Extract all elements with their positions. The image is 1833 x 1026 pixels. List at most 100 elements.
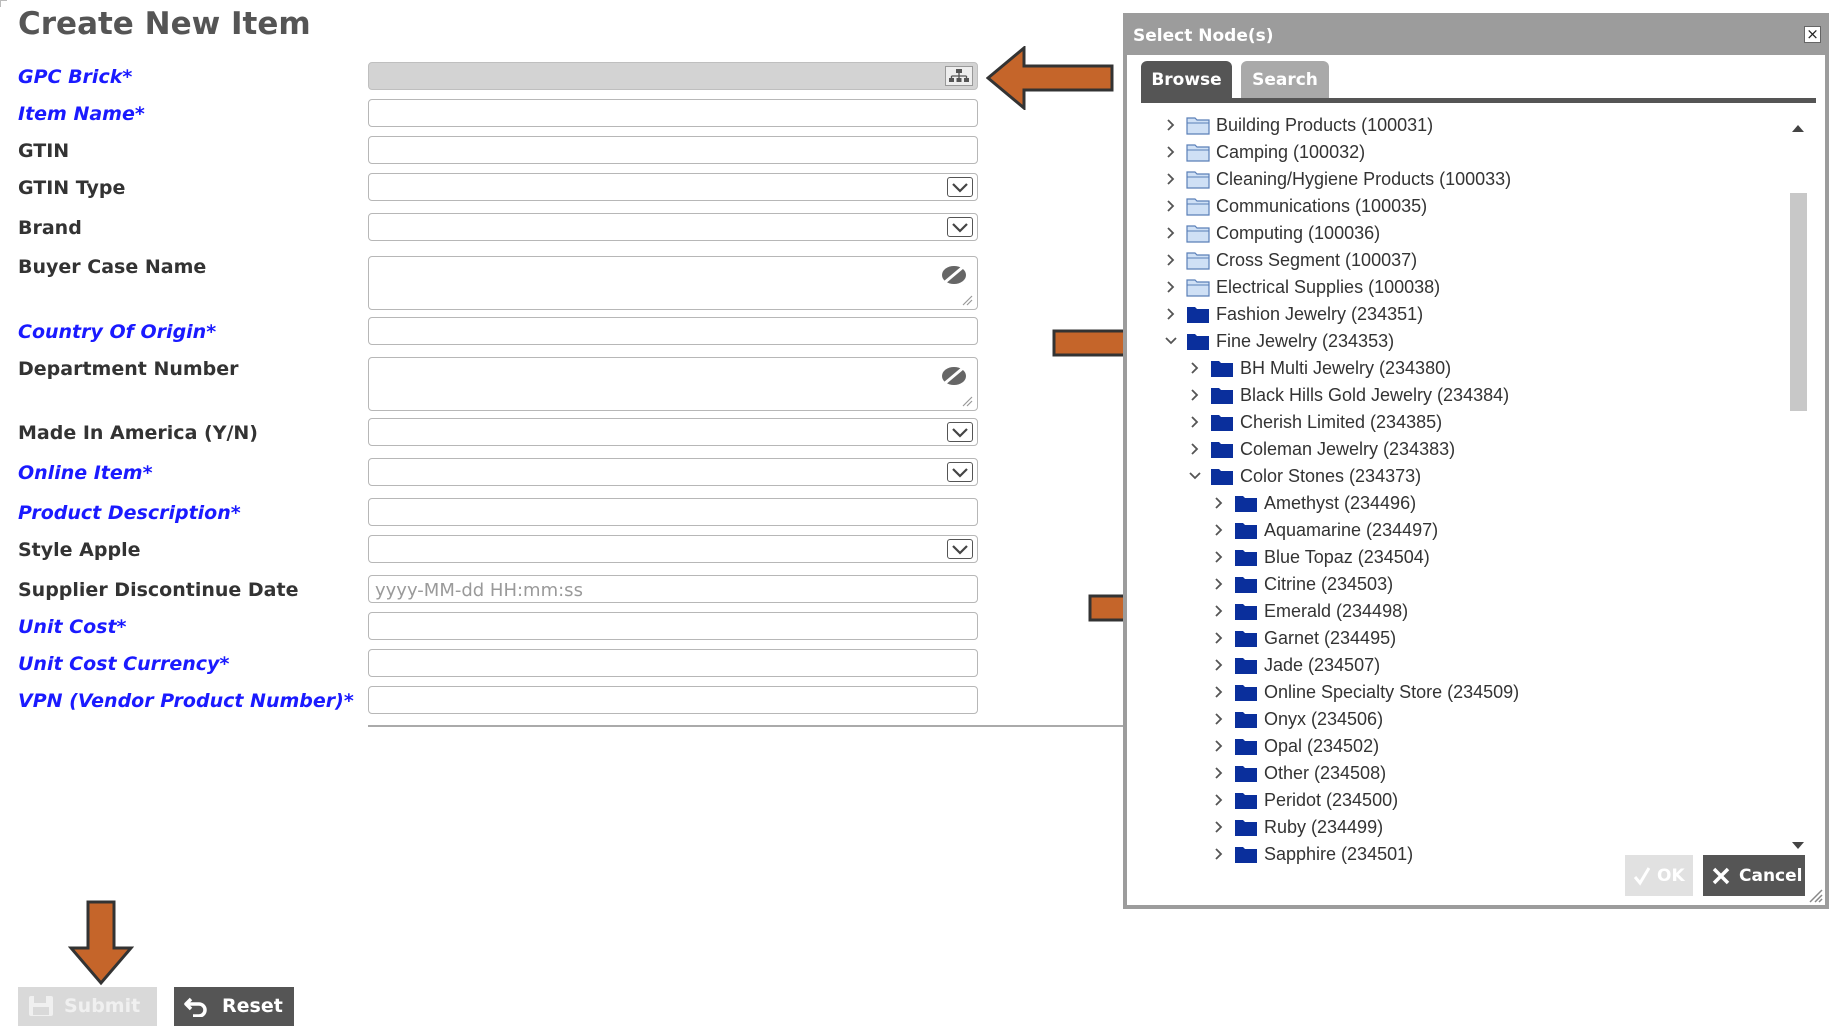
tree-node[interactable]: Black Hills Gold Jewelry (234384) (1188, 382, 1509, 408)
chevron-right-icon[interactable] (1188, 442, 1202, 456)
gtin-input[interactable] (368, 136, 978, 164)
tree-node[interactable]: Peridot (234500) (1212, 787, 1398, 813)
cancel-button[interactable]: Cancel (1703, 855, 1805, 896)
tree-node[interactable]: Amethyst (234496) (1212, 490, 1416, 516)
department-number-input[interactable] (368, 357, 978, 411)
textarea-resize-icon[interactable] (961, 294, 973, 306)
tree-node[interactable]: Cherish Limited (234385) (1188, 409, 1442, 435)
corner-mark (0, 0, 7, 7)
chevron-right-icon[interactable] (1212, 847, 1226, 861)
folder-icon (1186, 279, 1210, 297)
chevron-right-icon[interactable] (1212, 793, 1226, 807)
tree-node[interactable]: Camping (100032) (1164, 139, 1365, 165)
tree-node[interactable]: Electrical Supplies (100038) (1164, 274, 1440, 300)
chevron-right-icon[interactable] (1164, 172, 1178, 186)
chevron-right-icon[interactable] (1212, 604, 1226, 618)
chevron-down-icon[interactable] (947, 177, 973, 197)
ok-button[interactable]: OK (1625, 855, 1693, 896)
chevron-right-icon[interactable] (1212, 712, 1226, 726)
annotation-arrow-down-submit (68, 900, 134, 986)
tree-node[interactable]: Cleaning/Hygiene Products (100033) (1164, 166, 1511, 192)
chevron-right-icon[interactable] (1212, 577, 1226, 591)
node-tree: Building Products (100031) Camping (10003… (1127, 112, 1807, 868)
chevron-right-icon[interactable] (1188, 388, 1202, 402)
chevron-right-icon[interactable] (1188, 361, 1202, 375)
chevron-down-icon[interactable] (1164, 334, 1178, 348)
eye-slash-icon[interactable] (941, 366, 967, 386)
tree-scrollbar[interactable] (1787, 117, 1809, 857)
hierarchy-icon[interactable] (945, 66, 973, 86)
tree-node[interactable]: Citrine (234503) (1212, 571, 1393, 597)
chevron-right-icon[interactable] (1164, 145, 1178, 159)
chevron-right-icon[interactable] (1212, 658, 1226, 672)
buyer-case-name-input[interactable] (368, 256, 978, 310)
dialog-titlebar[interactable]: Select Node(s) × (1127, 17, 1825, 55)
check-icon (1634, 867, 1650, 886)
unit-cost-input[interactable] (368, 612, 978, 640)
chevron-right-icon[interactable] (1188, 415, 1202, 429)
chevron-right-icon[interactable] (1212, 631, 1226, 645)
made-in-america-y-n-input[interactable] (368, 418, 978, 446)
tree-node[interactable]: Computing (100036) (1164, 220, 1380, 246)
reset-button[interactable]: Reset (174, 987, 294, 1026)
tree-node[interactable]: Other (234508) (1212, 760, 1386, 786)
chevron-down-icon[interactable] (947, 462, 973, 482)
item-name-input[interactable] (368, 99, 978, 127)
supplier-discontinue-date-input[interactable]: yyyy-MM-dd HH:mm:ss (368, 575, 978, 603)
chevron-right-icon[interactable] (1212, 523, 1226, 537)
tree-node[interactable]: Communications (100035) (1164, 193, 1427, 219)
scroll-up-icon[interactable] (1792, 125, 1804, 132)
close-icon[interactable]: × (1804, 26, 1821, 43)
chevron-right-icon[interactable] (1164, 253, 1178, 267)
chevron-right-icon[interactable] (1164, 226, 1178, 240)
tab-browse[interactable]: Browse (1141, 61, 1232, 99)
tree-node[interactable]: Aquamarine (234497) (1212, 517, 1438, 543)
tree-node[interactable]: Sapphire (234501) (1212, 841, 1413, 867)
tree-node[interactable]: Garnet (234495) (1212, 625, 1396, 651)
tree-node[interactable]: Opal (234502) (1212, 733, 1379, 759)
textarea-resize-icon[interactable] (961, 395, 973, 407)
tree-node[interactable]: Emerald (234498) (1212, 598, 1408, 624)
vpn-vendor-product-number-input[interactable] (368, 686, 978, 714)
country-of-origin-input[interactable] (368, 317, 978, 345)
tree-node[interactable]: Color Stones (234373) (1188, 463, 1421, 489)
scroll-down-icon[interactable] (1792, 842, 1804, 849)
scrollbar-thumb[interactable] (1790, 193, 1807, 411)
tree-node[interactable]: Building Products (100031) (1164, 112, 1433, 138)
chevron-right-icon[interactable] (1212, 550, 1226, 564)
eye-slash-icon[interactable] (941, 265, 967, 285)
brand-input[interactable] (368, 213, 978, 241)
chevron-down-icon[interactable] (947, 539, 973, 559)
chevron-down-icon[interactable] (1188, 469, 1202, 483)
chevron-right-icon[interactable] (1164, 199, 1178, 213)
online-item-input[interactable] (368, 458, 978, 486)
chevron-right-icon[interactable] (1164, 280, 1178, 294)
submit-button[interactable]: Submit (18, 987, 157, 1026)
style-apple-input[interactable] (368, 535, 978, 563)
unit-cost-currency-input[interactable] (368, 649, 978, 677)
gtin-type-input[interactable] (368, 173, 978, 201)
chevron-right-icon[interactable] (1212, 739, 1226, 753)
gpc-brick-input[interactable] (368, 62, 978, 90)
tree-node[interactable]: Online Specialty Store (234509) (1212, 679, 1519, 705)
tab-search[interactable]: Search (1241, 61, 1329, 99)
resize-grip-icon[interactable] (1807, 887, 1823, 903)
tree-node[interactable]: Jade (234507) (1212, 652, 1380, 678)
chevron-right-icon[interactable] (1164, 307, 1178, 321)
tree-node[interactable]: Fine Jewelry (234353) (1164, 328, 1394, 354)
tree-node[interactable]: Fashion Jewelry (234351) (1164, 301, 1423, 327)
chevron-right-icon[interactable] (1212, 496, 1226, 510)
tree-node[interactable]: Onyx (234506) (1212, 706, 1383, 732)
tree-node[interactable]: Cross Segment (100037) (1164, 247, 1417, 273)
tree-node[interactable]: Blue Topaz (234504) (1212, 544, 1430, 570)
chevron-right-icon[interactable] (1164, 118, 1178, 132)
chevron-right-icon[interactable] (1212, 820, 1226, 834)
tree-node[interactable]: Coleman Jewelry (234383) (1188, 436, 1455, 462)
chevron-down-icon[interactable] (947, 422, 973, 442)
chevron-right-icon[interactable] (1212, 766, 1226, 780)
product-description-input[interactable] (368, 498, 978, 526)
chevron-down-icon[interactable] (947, 217, 973, 237)
tree-node[interactable]: BH Multi Jewelry (234380) (1188, 355, 1451, 381)
chevron-right-icon[interactable] (1212, 685, 1226, 699)
tree-node[interactable]: Ruby (234499) (1212, 814, 1383, 840)
